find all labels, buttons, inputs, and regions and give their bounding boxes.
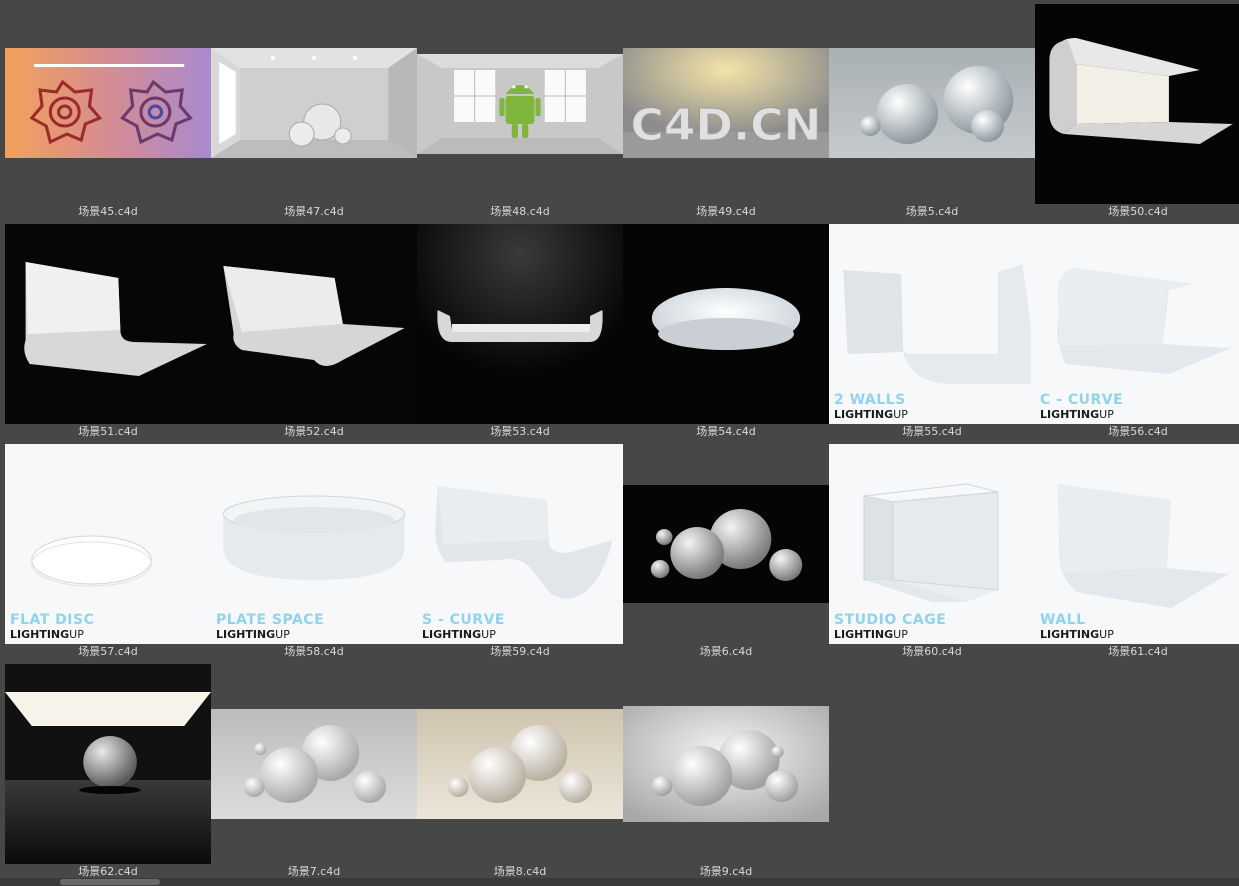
file-item[interactable]: 场景48.c4d bbox=[417, 0, 623, 220]
scene-title: 2 WALLS bbox=[834, 392, 906, 408]
filename-label[interactable]: 场景58.c4d bbox=[211, 645, 417, 659]
filename-label[interactable]: 场景8.c4d bbox=[417, 865, 623, 879]
file-item[interactable]: 场景8.c4d bbox=[417, 660, 623, 880]
filename-label[interactable]: 场景9.c4d bbox=[623, 865, 829, 879]
filename-label[interactable]: 场景47.c4d bbox=[211, 205, 417, 219]
file-item[interactable]: FLAT DISC LIGHTINGUP 场景57.c4d bbox=[5, 440, 211, 660]
scene-overlay: C - CURVE LIGHTINGUP bbox=[1040, 392, 1124, 422]
thumbnail[interactable] bbox=[5, 48, 211, 158]
filename-label[interactable]: 场景53.c4d bbox=[417, 425, 623, 439]
filename-label[interactable]: 场景61.c4d bbox=[1035, 645, 1239, 659]
brand-logo: LIGHTINGUP bbox=[834, 628, 908, 641]
file-item[interactable]: S - CURVE LIGHTINGUP 场景59.c4d bbox=[417, 440, 623, 660]
thumbnail[interactable] bbox=[211, 224, 417, 424]
thumbnail[interactable] bbox=[1035, 4, 1239, 204]
filename-label[interactable]: 场景50.c4d bbox=[1035, 205, 1239, 219]
brand-logo: LIGHTINGUP bbox=[834, 408, 908, 421]
file-item[interactable]: 场景45.c4d bbox=[5, 0, 211, 220]
file-item[interactable]: 场景54.c4d bbox=[623, 220, 829, 440]
scene-title: C - CURVE bbox=[1040, 392, 1124, 408]
thumbnail[interactable] bbox=[417, 224, 623, 424]
file-browser: 场景45.c4d 场景47.c4d 场景48.c4d C4D.CN 场景49.c… bbox=[0, 0, 1239, 886]
filename-label[interactable]: 场景62.c4d bbox=[5, 865, 211, 879]
brand-logo: LIGHTINGUP bbox=[216, 628, 290, 641]
scene-overlay: PLATE SPACE LIGHTINGUP bbox=[216, 612, 325, 642]
scene-overlay: FLAT DISC LIGHTINGUP bbox=[10, 612, 95, 642]
brand-logo: LIGHTINGUP bbox=[422, 628, 496, 641]
file-item[interactable]: C4D.CN 场景49.c4d bbox=[623, 0, 829, 220]
horizontal-scrollbar[interactable] bbox=[0, 878, 1239, 886]
file-item[interactable]: WALL LIGHTINGUP 场景61.c4d bbox=[1035, 440, 1239, 660]
filename-label[interactable]: 场景55.c4d bbox=[829, 425, 1035, 439]
file-item[interactable]: 2 WALLS LIGHTINGUP 场景55.c4d bbox=[829, 220, 1035, 440]
filename-label[interactable]: 场景52.c4d bbox=[211, 425, 417, 439]
thumbnail[interactable]: C - CURVE LIGHTINGUP bbox=[1035, 224, 1239, 424]
thumbnail[interactable] bbox=[211, 709, 417, 819]
filename-label[interactable]: 场景48.c4d bbox=[417, 205, 623, 219]
thumbnail[interactable]: C4D.CN bbox=[623, 48, 829, 158]
file-item[interactable]: 场景53.c4d bbox=[417, 220, 623, 440]
filename-label[interactable]: 场景56.c4d bbox=[1035, 425, 1239, 439]
filename-label[interactable]: 场景49.c4d bbox=[623, 205, 829, 219]
file-item[interactable]: 场景9.c4d bbox=[623, 660, 829, 880]
watermark-text: C4D.CN bbox=[631, 100, 822, 151]
thumbnail[interactable] bbox=[211, 48, 417, 158]
file-item[interactable]: PLATE SPACE LIGHTINGUP 场景58.c4d bbox=[211, 440, 417, 660]
thumbnail[interactable] bbox=[623, 224, 829, 424]
brand-logo: LIGHTINGUP bbox=[1040, 628, 1114, 641]
scene-title: PLATE SPACE bbox=[216, 612, 325, 628]
brand-logo: LIGHTINGUP bbox=[1040, 408, 1114, 421]
thumbnail[interactable] bbox=[5, 224, 211, 424]
file-item[interactable]: 场景52.c4d bbox=[211, 220, 417, 440]
thumbnail[interactable] bbox=[5, 664, 211, 864]
scene-overlay: WALL LIGHTINGUP bbox=[1040, 612, 1114, 642]
file-item[interactable]: 场景50.c4d bbox=[1035, 0, 1239, 220]
filename-label[interactable]: 场景51.c4d bbox=[5, 425, 211, 439]
scene-overlay: S - CURVE LIGHTINGUP bbox=[422, 612, 505, 642]
filename-label[interactable]: 场景7.c4d bbox=[211, 865, 417, 879]
file-item[interactable]: 场景7.c4d bbox=[211, 660, 417, 880]
scrollbar-thumb[interactable] bbox=[60, 879, 160, 885]
file-item[interactable]: 场景62.c4d bbox=[5, 660, 211, 880]
filename-label[interactable]: 场景5.c4d bbox=[829, 205, 1035, 219]
scene-title: S - CURVE bbox=[422, 612, 505, 628]
scene-title: STUDIO CAGE bbox=[834, 612, 947, 628]
filename-label[interactable]: 场景57.c4d bbox=[5, 645, 211, 659]
file-item[interactable]: STUDIO CAGE LIGHTINGUP 场景60.c4d bbox=[829, 440, 1035, 660]
thumbnail[interactable] bbox=[623, 485, 829, 603]
thumbnail[interactable]: WALL LIGHTINGUP bbox=[1035, 444, 1239, 644]
scene-overlay: 2 WALLS LIGHTINGUP bbox=[834, 392, 908, 422]
scene-title: WALL bbox=[1040, 612, 1086, 628]
file-item[interactable]: 场景51.c4d bbox=[5, 220, 211, 440]
thumbnail[interactable] bbox=[829, 48, 1035, 158]
thumbnail[interactable] bbox=[417, 54, 623, 154]
file-item[interactable]: C - CURVE LIGHTINGUP 场景56.c4d bbox=[1035, 220, 1239, 440]
thumbnail[interactable]: 2 WALLS LIGHTINGUP bbox=[829, 224, 1035, 424]
brand-logo: LIGHTINGUP bbox=[10, 628, 84, 641]
file-item[interactable]: 场景47.c4d bbox=[211, 0, 417, 220]
filename-label[interactable]: 场景54.c4d bbox=[623, 425, 829, 439]
scene-overlay: STUDIO CAGE LIGHTINGUP bbox=[834, 612, 947, 642]
filename-label[interactable]: 场景59.c4d bbox=[417, 645, 623, 659]
filename-label[interactable]: 场景60.c4d bbox=[829, 645, 1035, 659]
filename-label[interactable]: 场景45.c4d bbox=[5, 205, 211, 219]
file-item[interactable]: 场景5.c4d bbox=[829, 0, 1035, 220]
thumbnail[interactable] bbox=[417, 709, 623, 819]
scene-title: FLAT DISC bbox=[10, 612, 95, 628]
thumbnail[interactable]: FLAT DISC LIGHTINGUP bbox=[5, 444, 211, 644]
thumbnail[interactable] bbox=[623, 706, 829, 822]
filename-label[interactable]: 场景6.c4d bbox=[623, 645, 829, 659]
file-item[interactable]: 场景6.c4d bbox=[623, 440, 829, 660]
thumbnail[interactable]: S - CURVE LIGHTINGUP bbox=[417, 444, 623, 644]
thumbnail[interactable]: PLATE SPACE LIGHTINGUP bbox=[211, 444, 417, 644]
thumbnail[interactable]: STUDIO CAGE LIGHTINGUP bbox=[829, 444, 1035, 644]
